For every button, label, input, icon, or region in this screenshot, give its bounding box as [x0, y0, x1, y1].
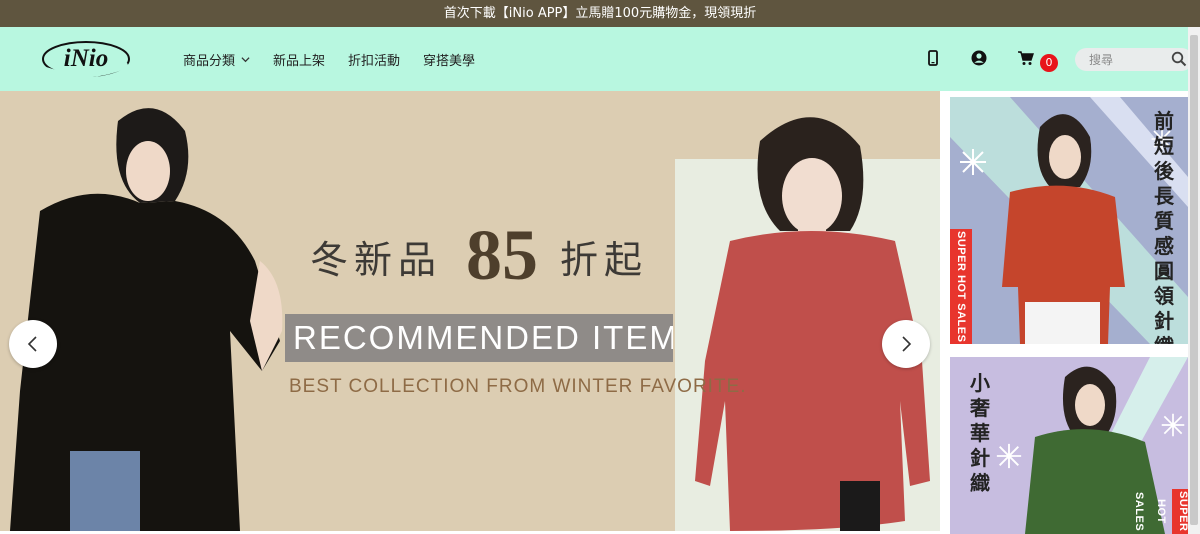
banner-subtitle: BEST COLLECTION FROM WINTER FAVORITE.	[289, 376, 747, 397]
nav-label: 折扣活動	[348, 53, 401, 69]
side-promo-card[interactable]: 前短後長質感圓領針織毛衣 SUPER HOT SALES	[950, 97, 1188, 344]
nav-item-style[interactable]: 穿搭美學	[423, 50, 475, 69]
promo-text[interactable]: 首次下載【iNio APP】立馬贈100元購物金，現領現折	[444, 6, 756, 21]
snowflake-icon	[960, 149, 986, 175]
logo-mark: iNio	[42, 41, 130, 78]
user-icon[interactable]	[970, 49, 988, 67]
cart-icon[interactable]	[1017, 49, 1035, 67]
promo-bar[interactable]: 首次下載【iNio APP】立馬贈100元購物金，現領現折	[0, 0, 1200, 27]
nav-label: 商品分類	[183, 53, 236, 69]
logo-text: iNio	[64, 45, 108, 72]
nav-item-new-arrivals[interactable]: 新品上架	[273, 50, 325, 69]
slider-prev-button[interactable]	[9, 320, 57, 368]
cart-count-badge: 0	[1040, 54, 1058, 72]
side-promo-card[interactable]: 小奢華針織 SUPER HOT SALES	[950, 357, 1188, 534]
snowflake-icon	[1161, 413, 1185, 437]
headline-prefix: 冬新品	[310, 238, 443, 282]
snowflake-icon	[996, 443, 1022, 469]
nav-item-discounts[interactable]: 折扣活動	[348, 50, 400, 69]
hero-banner[interactable]: 冬新品 85 折起 RECOMMENDED ITEMS BEST COLLECT…	[0, 91, 940, 531]
main-nav: 商品分類 新品上架 折扣活動 穿搭美學	[183, 27, 498, 91]
page-scrollbar[interactable]	[1188, 27, 1200, 534]
site-logo[interactable]: iNio	[40, 35, 132, 83]
model-image-left	[10, 108, 283, 531]
search-input[interactable]	[1075, 48, 1161, 71]
card-title-vertical: 小奢華針織	[970, 371, 990, 495]
slider-next-button[interactable]	[882, 320, 930, 368]
mobile-icon[interactable]	[924, 49, 942, 67]
site-header: iNio 商品分類 新品上架 折扣活動 穿搭美學 0	[0, 27, 1193, 91]
model-image-right	[695, 117, 930, 531]
super-hot-sales-tag: SUPER HOT SALES	[1133, 489, 1188, 534]
nav-item-categories[interactable]: 商品分類	[183, 50, 250, 69]
chevron-left-icon	[27, 336, 37, 352]
chevron-right-icon	[902, 336, 912, 352]
scrollbar-thumb[interactable]	[1190, 35, 1198, 525]
chevron-down-icon	[241, 56, 250, 62]
search-box	[1075, 48, 1193, 71]
card-title-vertical: 前短後長質感圓領針織毛衣	[1154, 109, 1174, 344]
search-icon[interactable]	[1171, 51, 1187, 67]
headline-suffix: 折起	[560, 238, 649, 282]
nav-label: 穿搭美學	[423, 53, 476, 69]
headline-number: 85	[466, 215, 538, 295]
recommended-text: RECOMMENDED ITEMS	[293, 319, 673, 356]
super-hot-sales-tag: SUPER HOT SALES	[950, 229, 972, 344]
nav-label: 新品上架	[273, 53, 326, 69]
